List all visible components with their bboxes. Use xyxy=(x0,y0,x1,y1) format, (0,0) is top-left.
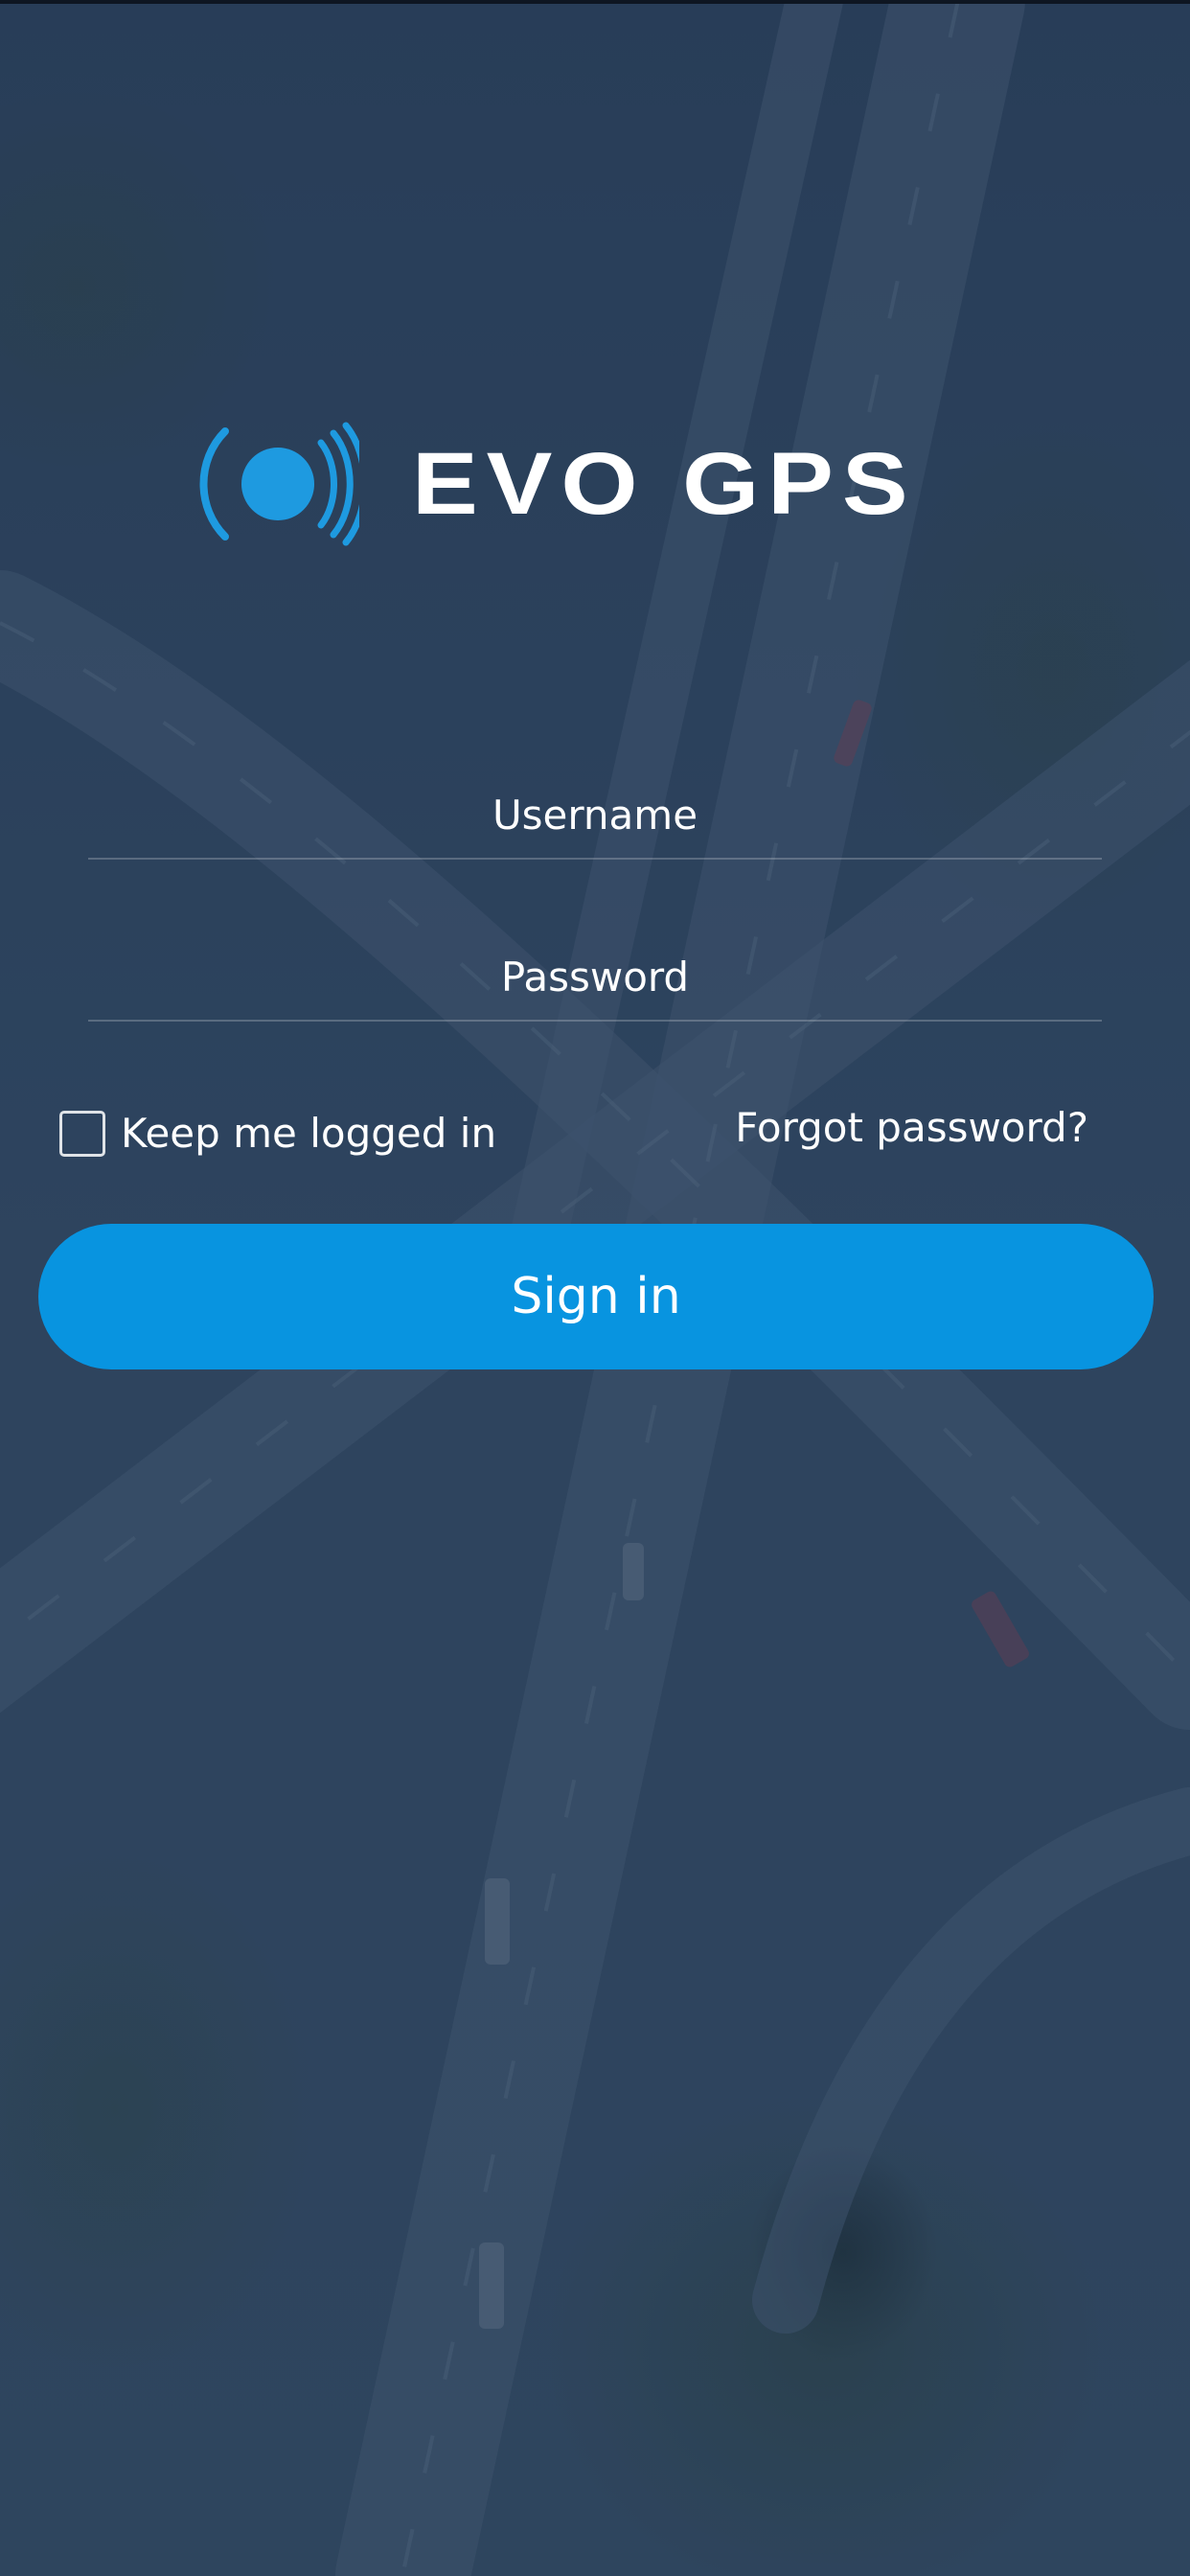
status-bar-edge xyxy=(0,0,1190,4)
password-field-container xyxy=(88,932,1102,1022)
signal-broadcast-icon xyxy=(199,422,359,546)
username-field-container xyxy=(88,770,1102,860)
keep-logged-in-label: Keep me logged in xyxy=(121,1110,497,1157)
logo-wordmark: EVO GPS xyxy=(412,434,917,533)
password-input[interactable] xyxy=(88,932,1102,1021)
keep-logged-in-checkbox[interactable] xyxy=(59,1110,105,1157)
forgot-password-link[interactable]: Forgot password? xyxy=(735,1104,1088,1151)
app-logo: EVO GPS xyxy=(196,422,992,546)
sign-in-button[interactable]: Sign in xyxy=(38,1224,1154,1369)
keep-logged-in-option[interactable]: Keep me logged in xyxy=(59,1110,496,1157)
username-input[interactable] xyxy=(88,770,1102,859)
